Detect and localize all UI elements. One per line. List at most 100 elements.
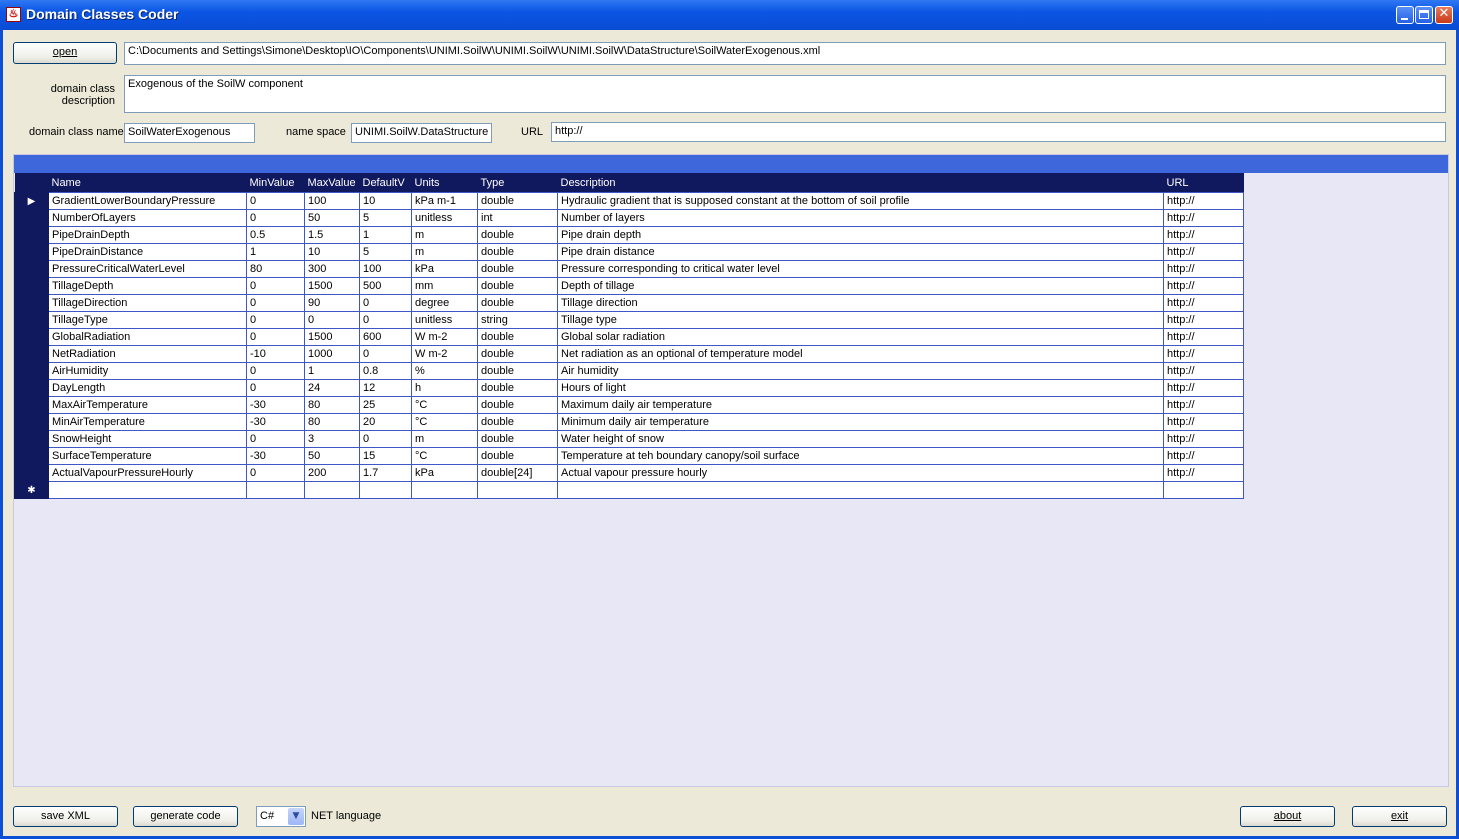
cell-defaultv[interactable]: 500 bbox=[359, 277, 412, 295]
cell-type[interactable]: double[24] bbox=[477, 464, 558, 482]
table-row[interactable]: SurfaceTemperature -30 50 15 °C double Tempera… bbox=[14, 447, 1244, 465]
cell-defaultv[interactable]: 0 bbox=[359, 311, 412, 329]
cell-description[interactable]: Pipe drain distance bbox=[557, 243, 1164, 261]
cell-name[interactable]: TillageDepth bbox=[48, 277, 247, 295]
cell-url[interactable]: http:// bbox=[1163, 243, 1244, 261]
open-button[interactable]: open bbox=[13, 42, 117, 64]
cell-name[interactable]: TillageType bbox=[48, 311, 247, 329]
cell-type[interactable]: double bbox=[477, 430, 558, 448]
close-button[interactable]: ✕ bbox=[1435, 6, 1453, 24]
cell-defaultv[interactable]: 12 bbox=[359, 379, 412, 397]
cell-type[interactable]: int bbox=[477, 209, 558, 227]
table-row[interactable]: AirHumidity 0 1 0.8% double Air humidity http:… bbox=[14, 362, 1244, 380]
cell-description[interactable]: Air humidity bbox=[557, 362, 1164, 380]
table-row[interactable]: ActualVapourPressureHourly 0 200 1.7 kPa doub… bbox=[14, 464, 1244, 482]
new-cell-maxvalue[interactable] bbox=[304, 481, 360, 499]
cell-units[interactable]: degree bbox=[411, 294, 478, 312]
current-row-indicator[interactable]: ▶ bbox=[14, 192, 49, 210]
cell-defaultv[interactable]: 0.8 bbox=[359, 362, 412, 380]
new-cell-type[interactable] bbox=[477, 481, 558, 499]
cell-description[interactable]: Pipe drain depth bbox=[557, 226, 1164, 244]
cell-url[interactable]: http:// bbox=[1163, 396, 1244, 414]
cell-name[interactable]: GlobalRadiation bbox=[48, 328, 247, 346]
cell-units[interactable]: m bbox=[411, 243, 478, 261]
cell-name[interactable]: NumberOfLayers bbox=[48, 209, 247, 227]
cell-description[interactable]: Pressure corresponding to critical water… bbox=[557, 260, 1164, 278]
new-cell-minvalue[interactable] bbox=[246, 481, 305, 499]
cell-defaultv[interactable]: 0 bbox=[359, 430, 412, 448]
description-field[interactable]: Exogenous of the SoilW component bbox=[124, 75, 1446, 113]
cell-maxvalue[interactable]: 100 bbox=[304, 192, 360, 210]
cell-minvalue[interactable]: 0 bbox=[246, 328, 305, 346]
cell-name[interactable]: TillageDirection bbox=[48, 294, 247, 312]
new-cell-url[interactable] bbox=[1163, 481, 1244, 499]
cell-defaultv[interactable]: 5 bbox=[359, 209, 412, 227]
row-header[interactable] bbox=[14, 209, 49, 227]
cell-maxvalue[interactable]: 24 bbox=[304, 379, 360, 397]
cell-description[interactable]: Minimum daily air temperature bbox=[557, 413, 1164, 431]
cell-maxvalue[interactable]: 1500 bbox=[304, 328, 360, 346]
cell-name[interactable]: AirHumidity bbox=[48, 362, 247, 380]
cell-url[interactable]: http:// bbox=[1163, 379, 1244, 397]
cell-type[interactable]: string bbox=[477, 311, 558, 329]
row-header[interactable] bbox=[14, 413, 49, 431]
cell-url[interactable]: http:// bbox=[1163, 413, 1244, 431]
cell-defaultv[interactable]: 15 bbox=[359, 447, 412, 465]
save-xml-button[interactable]: save XML bbox=[13, 806, 118, 827]
cell-description[interactable]: Tillage direction bbox=[557, 294, 1164, 312]
cell-units[interactable]: °C bbox=[411, 413, 478, 431]
row-header[interactable] bbox=[14, 243, 49, 261]
cell-description[interactable]: Tillage type bbox=[557, 311, 1164, 329]
cell-name[interactable]: GradientLowerBoundaryPressure bbox=[48, 192, 247, 210]
cell-units[interactable]: kPa m-1 bbox=[411, 192, 478, 210]
cell-type[interactable]: double bbox=[477, 226, 558, 244]
cell-units[interactable]: kPa bbox=[411, 260, 478, 278]
cell-maxvalue[interactable]: 1500 bbox=[304, 277, 360, 295]
cell-minvalue[interactable]: -10 bbox=[246, 345, 305, 363]
cell-maxvalue[interactable]: 50 bbox=[304, 447, 360, 465]
cell-description[interactable]: Net radiation as an optional of temperat… bbox=[557, 345, 1164, 363]
new-cell-name[interactable] bbox=[48, 481, 247, 499]
cell-maxvalue[interactable]: 3 bbox=[304, 430, 360, 448]
row-header[interactable] bbox=[14, 464, 49, 482]
exit-button[interactable]: exit bbox=[1352, 806, 1447, 827]
language-select[interactable]: C# ▼ bbox=[256, 806, 306, 827]
cell-maxvalue[interactable]: 90 bbox=[304, 294, 360, 312]
cell-type[interactable]: double bbox=[477, 260, 558, 278]
about-button[interactable]: about bbox=[1240, 806, 1335, 827]
cell-type[interactable]: double bbox=[477, 277, 558, 295]
cell-name[interactable]: MinAirTemperature bbox=[48, 413, 247, 431]
cell-url[interactable]: http:// bbox=[1163, 447, 1244, 465]
cell-type[interactable]: double bbox=[477, 243, 558, 261]
cell-description[interactable]: Maximum daily air temperature bbox=[557, 396, 1164, 414]
cell-name[interactable]: SurfaceTemperature bbox=[48, 447, 247, 465]
cell-description[interactable]: Hours of light bbox=[557, 379, 1164, 397]
cell-units[interactable]: W m-2 bbox=[411, 328, 478, 346]
row-header[interactable] bbox=[14, 430, 49, 448]
cell-url[interactable]: http:// bbox=[1163, 277, 1244, 295]
cell-defaultv[interactable]: 20 bbox=[359, 413, 412, 431]
column-header-url[interactable]: URL bbox=[1163, 173, 1244, 193]
cell-name[interactable]: PipeDrainDistance bbox=[48, 243, 247, 261]
cell-type[interactable]: double bbox=[477, 379, 558, 397]
cell-defaultv[interactable]: 600 bbox=[359, 328, 412, 346]
cell-url[interactable]: http:// bbox=[1163, 362, 1244, 380]
column-header-type[interactable]: Type bbox=[477, 173, 558, 193]
chevron-down-icon[interactable]: ▼ bbox=[288, 808, 304, 825]
cell-type[interactable]: double bbox=[477, 294, 558, 312]
cell-defaultv[interactable]: 1.7 bbox=[359, 464, 412, 482]
cell-url[interactable]: http:// bbox=[1163, 192, 1244, 210]
cell-defaultv[interactable]: 0 bbox=[359, 345, 412, 363]
cell-name[interactable]: ActualVapourPressureHourly bbox=[48, 464, 247, 482]
cell-name[interactable]: PressureCriticalWaterLevel bbox=[48, 260, 247, 278]
table-row[interactable]: PressureCriticalWaterLevel 80 300 100 kPa dou… bbox=[14, 260, 1244, 278]
row-header[interactable] bbox=[14, 260, 49, 278]
cell-type[interactable]: double bbox=[477, 328, 558, 346]
cell-minvalue[interactable]: 0 bbox=[246, 294, 305, 312]
cell-units[interactable]: °C bbox=[411, 396, 478, 414]
cell-minvalue[interactable]: 0.5 bbox=[246, 226, 305, 244]
row-header[interactable] bbox=[14, 447, 49, 465]
cell-minvalue[interactable]: -30 bbox=[246, 413, 305, 431]
new-cell-description[interactable] bbox=[557, 481, 1164, 499]
cell-type[interactable]: double bbox=[477, 362, 558, 380]
